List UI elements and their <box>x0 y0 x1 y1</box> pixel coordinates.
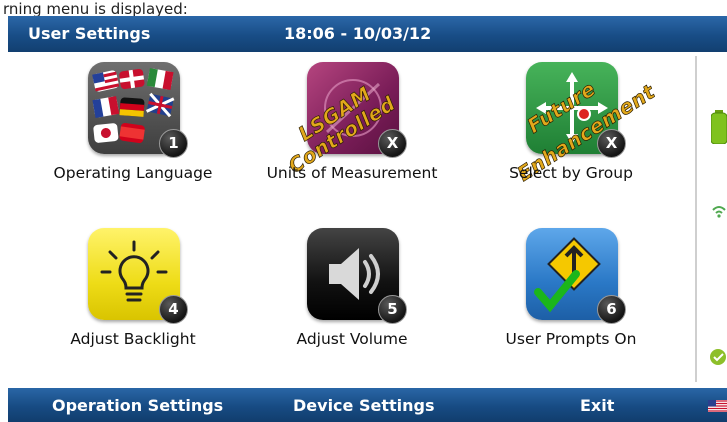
badge-number: X <box>378 129 407 158</box>
badge-number: 6 <box>597 295 626 324</box>
device-settings-button[interactable]: Device Settings <box>293 396 434 415</box>
device-screen: User Settings 18:06 - 10/03/12 1 Operati… <box>8 16 727 422</box>
exit-button[interactable]: Exit <box>580 396 614 415</box>
tile-label: User Prompts On <box>505 330 637 348</box>
status-sidebar <box>695 52 727 388</box>
badge-number: 5 <box>378 295 407 324</box>
page-title: User Settings <box>28 24 151 43</box>
tile-label: Adjust Backlight <box>70 330 196 348</box>
operation-settings-button[interactable]: Operation Settings <box>52 396 223 415</box>
badge-number: 1 <box>159 129 188 158</box>
datetime-display: 18:06 - 10/03/12 <box>284 24 432 43</box>
tile-label: Operating Language <box>53 164 213 182</box>
badge-number: 4 <box>159 295 188 324</box>
settings-grid: 1 Operating Language X LSGAM Controlled … <box>8 52 695 388</box>
battery-icon <box>711 110 727 144</box>
signal-icon <box>712 206 726 218</box>
title-bar: User Settings 18:06 - 10/03/12 <box>8 16 727 52</box>
footer-bar: Operation Settings Device Settings Exit <box>8 388 727 422</box>
check-icon <box>710 349 726 365</box>
us-flag-icon[interactable] <box>708 400 727 412</box>
tile-label: Adjust Volume <box>296 330 408 348</box>
tile-label: Units of Measurement <box>266 164 438 182</box>
tile-label: Select by Group <box>509 164 633 182</box>
sidebar-divider <box>695 56 697 382</box>
